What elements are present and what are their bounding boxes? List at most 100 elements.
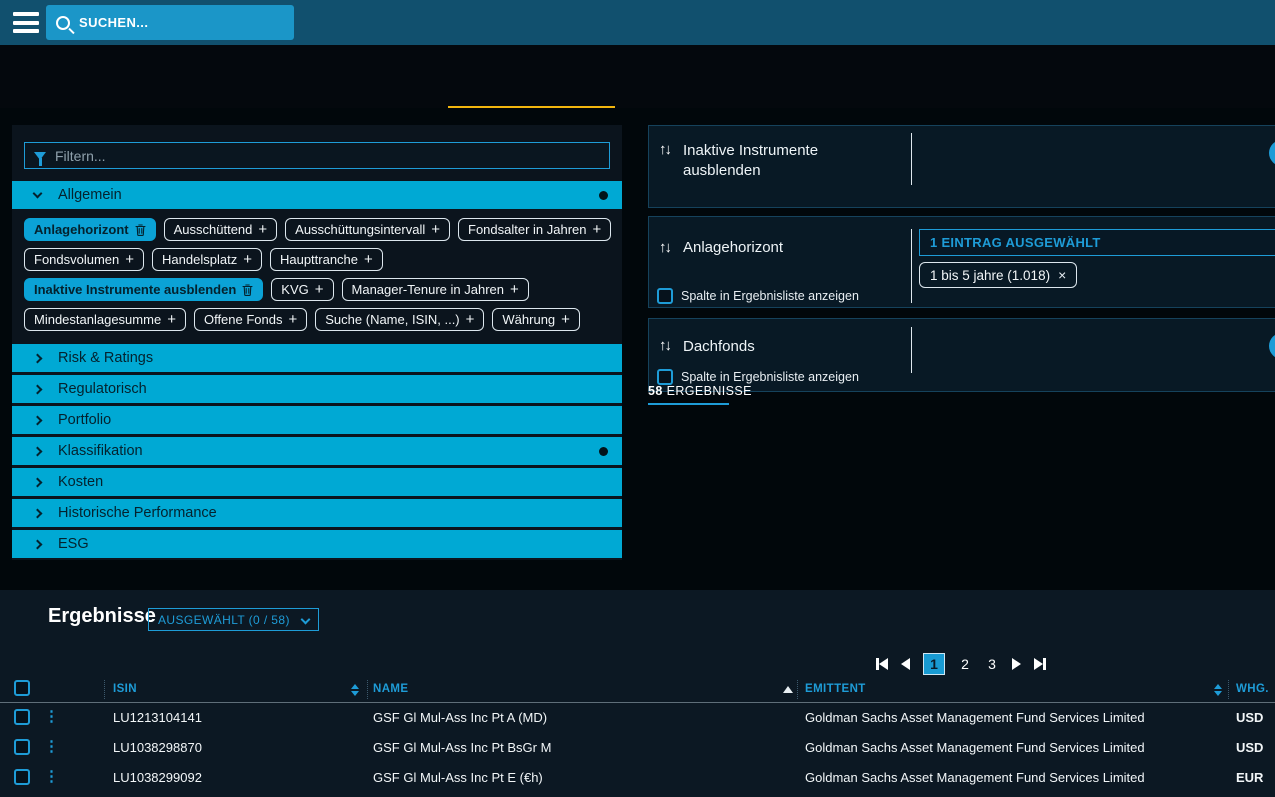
- selection-dropdown[interactable]: AUSGEWÄHLT (0 / 58): [148, 608, 319, 631]
- cell-name: GSF Gl Mul-Ass Inc Pt A (MD): [373, 710, 547, 725]
- filter-card-anlagehorizont: ↑↓ Anlagehorizont 1 EINTRAG AUSGEWÄHLT 1…: [648, 216, 1275, 308]
- column-header-whg[interactable]: WHG.: [1236, 683, 1269, 695]
- filter-chip-aussch-ttungsintervall[interactable]: Ausschüttungsintervall+: [285, 218, 450, 241]
- filter-chip-suche-name-isin[interactable]: Suche (Name, ISIN, ...)+: [315, 308, 484, 331]
- section-label: Historische Performance: [58, 505, 217, 521]
- section-risk-ratings[interactable]: Risk & Ratings: [12, 344, 622, 372]
- active-filter-indicator: [599, 447, 608, 456]
- column-header-name[interactable]: NAME: [373, 683, 408, 695]
- toggle-switch[interactable]: [1269, 140, 1275, 166]
- plus-icon: +: [593, 222, 602, 237]
- row-checkbox[interactable]: [14, 709, 30, 725]
- selection-dropdown-label: AUSGEWÄHLT (0 / 58): [158, 613, 290, 627]
- menu-icon[interactable]: [13, 12, 39, 33]
- funnel-icon: [34, 152, 46, 160]
- filter-chip-inaktive-instrumente-ausblenden[interactable]: Inaktive Instrumente ausblenden: [24, 278, 263, 301]
- page-header: Fonds-Screener MEIN FONDS-SCREEN DACHFON…: [0, 45, 1275, 108]
- chip-label: KVG: [281, 282, 308, 297]
- filter-chip-aussch-ttend[interactable]: Ausschüttend +: [164, 218, 278, 241]
- section-allgemein[interactable]: Allgemein: [12, 181, 622, 209]
- column-header-isin[interactable]: ISIN: [113, 683, 137, 695]
- section-label: ESG: [58, 536, 89, 552]
- filter-chip-offene-fonds[interactable]: Offene Fonds+: [194, 308, 307, 331]
- row-checkbox[interactable]: [14, 739, 30, 755]
- page-button-1[interactable]: 1: [923, 653, 945, 675]
- filter-chip-mindestanlagesumme[interactable]: Mindestanlagesumme+: [24, 308, 186, 331]
- sort-icon[interactable]: ↑↓: [659, 141, 670, 158]
- chip-label: Anlagehorizont: [34, 222, 129, 237]
- section-regulatorisch[interactable]: Regulatorisch: [12, 375, 622, 403]
- filter-chip-kvg[interactable]: KVG +: [271, 278, 333, 301]
- filter-chip-handelsplatz[interactable]: Handelsplatz+: [152, 248, 262, 271]
- sort-icon-emittent[interactable]: [1214, 684, 1222, 696]
- previous-page-button[interactable]: [901, 658, 910, 670]
- chip-label: Ausschüttend: [174, 222, 253, 237]
- section-label: Klassifikation: [58, 443, 143, 459]
- results-count-underline: [648, 403, 729, 405]
- filter-chip-fondsalter-in-jahren[interactable]: Fondsalter in Jahren +: [458, 218, 611, 241]
- sort-icon-isin[interactable]: [351, 684, 359, 696]
- chip-label: Fondsalter in Jahren: [468, 222, 587, 237]
- row-menu-icon[interactable]: ⋮: [44, 767, 59, 785]
- sort-ascending-icon[interactable]: [783, 686, 793, 693]
- show-column-label: Spalte in Ergebnisliste anzeigen: [681, 370, 859, 384]
- show-column-checkbox[interactable]: [657, 288, 673, 304]
- global-search[interactable]: [46, 5, 294, 40]
- plus-icon: +: [431, 222, 440, 237]
- filter-chip-manager-tenure-in-jahren[interactable]: Manager-Tenure in Jahren+: [342, 278, 529, 301]
- select-all-checkbox[interactable]: [14, 680, 30, 696]
- filter-chip-w-hrung[interactable]: Währung+: [492, 308, 580, 331]
- last-page-button[interactable]: [1034, 658, 1046, 670]
- section-historische-performance[interactable]: Historische Performance: [12, 499, 622, 527]
- section-klassifikation[interactable]: Klassifikation: [12, 437, 622, 465]
- column-header-emittent[interactable]: EMITTENT: [805, 683, 866, 695]
- results-count: 58 ERGEBNISSE: [648, 384, 752, 405]
- cell-whg: USD: [1236, 710, 1263, 725]
- row-menu-icon[interactable]: ⋮: [44, 707, 59, 725]
- show-column-checkbox[interactable]: [657, 369, 673, 385]
- chip-label: Manager-Tenure in Jahren: [352, 282, 504, 297]
- chip-label: Suche (Name, ISIN, ...): [325, 312, 459, 327]
- filter-input[interactable]: [55, 148, 600, 164]
- row-menu-icon[interactable]: ⋮: [44, 737, 59, 755]
- filter-chip-anlagehorizont[interactable]: Anlagehorizont: [24, 218, 156, 241]
- plus-icon: +: [258, 222, 267, 237]
- filter-chip-haupttranche[interactable]: Haupttranche +: [270, 248, 383, 271]
- plus-icon: +: [315, 282, 324, 297]
- sort-icon[interactable]: ↑↓: [659, 337, 670, 354]
- first-page-button[interactable]: [876, 658, 888, 670]
- toggle-switch[interactable]: [1269, 333, 1275, 359]
- filter-search[interactable]: [24, 142, 610, 169]
- selection-summary-field[interactable]: 1 EINTRAG AUSGEWÄHLT: [919, 229, 1275, 256]
- page-button-3[interactable]: 3: [985, 656, 999, 672]
- chevron-right-icon: [33, 415, 43, 425]
- chevron-right-icon: [33, 477, 43, 487]
- close-icon[interactable]: ×: [1058, 267, 1066, 283]
- chip-label: Haupttranche: [280, 252, 358, 267]
- main-area: Allgemein AnlagehorizontAusschüttend+Aus…: [0, 108, 1275, 590]
- filter-chip-fondsvolumen[interactable]: Fondsvolumen +: [24, 248, 144, 271]
- row-checkbox[interactable]: [14, 769, 30, 785]
- cell-emittent: Goldman Sachs Asset Management Fund Serv…: [805, 740, 1145, 755]
- next-page-button[interactable]: [1012, 658, 1021, 670]
- section-esg[interactable]: ESG: [12, 530, 622, 558]
- cell-isin: LU1213104141: [113, 710, 202, 725]
- chevron-right-icon: [33, 539, 43, 549]
- page-button-2[interactable]: 2: [958, 656, 972, 672]
- sort-icon[interactable]: ↑↓: [659, 239, 670, 256]
- section-kosten[interactable]: Kosten: [12, 468, 622, 496]
- plus-icon: +: [125, 252, 134, 267]
- filter-card-inaktive-instrumente: ↑↓ Inaktive Instrumente ausblenden: [648, 125, 1275, 208]
- plus-icon: +: [167, 312, 176, 327]
- show-column-label: Spalte in Ergebnisliste anzeigen: [681, 289, 859, 303]
- filter-card-label: Inaktive Instrumente ausblenden: [683, 141, 873, 182]
- plus-icon: +: [364, 252, 373, 267]
- cell-name: GSF Gl Mul-Ass Inc Pt E (€h): [373, 770, 543, 785]
- plus-icon: +: [561, 312, 570, 327]
- search-input[interactable]: [79, 15, 284, 30]
- section-portfolio[interactable]: Portfolio: [12, 406, 622, 434]
- chip-label: Fondsvolumen: [34, 252, 119, 267]
- section-label: Portfolio: [58, 412, 111, 428]
- cell-whg: EUR: [1236, 770, 1263, 785]
- selected-value-chip[interactable]: 1 bis 5 jahre (1.018) ×: [919, 262, 1077, 288]
